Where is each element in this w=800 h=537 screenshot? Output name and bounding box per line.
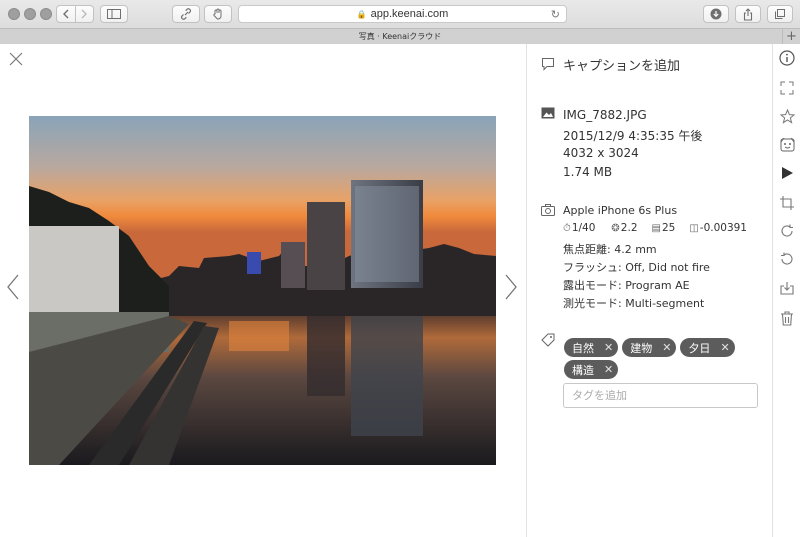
reload-icon[interactable]: ↻ (551, 8, 560, 21)
info-icon (779, 50, 795, 66)
tag-label: 建物 (630, 341, 653, 355)
camera-model: Apple iPhone 6s Plus (563, 204, 678, 217)
exif-summary: ⏱1/40 ❂2.2 ▤25 ◫-0.00391 (563, 222, 747, 234)
rotate-left-button[interactable] (779, 251, 795, 267)
crop-button[interactable] (779, 195, 795, 211)
play-icon (782, 167, 793, 179)
delete-button[interactable] (779, 310, 795, 326)
tabs-icon (775, 9, 785, 19)
favorite-button[interactable] (779, 108, 795, 124)
camera-icon (541, 204, 555, 216)
tag-chip[interactable]: 建物 ✕ (622, 338, 677, 357)
exposure-bias-icon: ◫ (689, 223, 699, 234)
back-button[interactable] (57, 6, 75, 22)
url-text: app.keenai.com (370, 8, 449, 20)
sidebar-icon (107, 9, 121, 19)
add-tag-input[interactable] (563, 383, 758, 408)
exposure-bias: -0.00391 (699, 222, 747, 234)
shutter-speed: 1/40 (571, 222, 596, 234)
aperture: 2.2 (620, 222, 638, 234)
face-button[interactable] (779, 136, 795, 152)
shutter-speed-icon: ⏱ (563, 223, 571, 234)
tab-title: 写真 · Keenaiクラウド (358, 32, 442, 41)
star-icon (779, 108, 795, 124)
tabs-button[interactable] (767, 5, 793, 23)
share-icon (743, 7, 753, 21)
metering-mode: 測光モード: Multi-segment (563, 297, 705, 310)
info-button[interactable] (779, 50, 795, 66)
photo-dimensions: 4032 x 3024 (563, 146, 639, 160)
slideshow-button[interactable] (779, 165, 795, 181)
add-caption-button[interactable]: キャプションを追加 (563, 55, 680, 74)
lock-icon: 🔒 (356, 9, 367, 19)
photo-filename: IMG_7882.JPG (563, 108, 647, 122)
next-photo-arrow-icon[interactable] (504, 274, 518, 300)
chevron-right-icon (81, 9, 88, 19)
remove-tag-icon[interactable]: ✕ (720, 341, 729, 354)
focal-length: 焦点距離: 4.2 mm (563, 243, 657, 256)
rotate-left-icon (781, 252, 793, 265)
new-tab-button[interactable]: + (782, 28, 800, 44)
window-close-button[interactable] (8, 8, 20, 20)
previous-photo-arrow-icon[interactable] (6, 274, 20, 300)
flash-info: フラッシュ: Off, Did not fire (563, 261, 710, 274)
window-minimize-button[interactable] (24, 8, 36, 20)
trash-icon (781, 310, 793, 326)
chevron-left-icon (62, 9, 69, 19)
iso-icon: ▤ (651, 223, 661, 234)
comment-icon (542, 58, 554, 71)
download-button[interactable] (779, 280, 795, 296)
photo-actions-toolbar (772, 44, 800, 537)
iso: 25 (661, 222, 676, 234)
forward-button[interactable] (74, 6, 94, 22)
tag-chip[interactable]: 構造 ✕ (564, 360, 619, 379)
remove-tag-icon[interactable]: ✕ (604, 363, 613, 376)
rotate-right-button[interactable] (779, 223, 795, 239)
downloads-button[interactable] (703, 5, 729, 23)
sidebar-button[interactable] (100, 5, 128, 23)
tag-chip[interactable]: 夕日 ✕ (680, 338, 735, 357)
photo-image (29, 116, 496, 465)
image-icon (541, 107, 555, 119)
hand-icon (213, 8, 222, 20)
tag-icon (541, 333, 555, 347)
link-button[interactable] (172, 5, 200, 23)
tag-label: 夕日 (688, 341, 711, 355)
tag-label: 構造 (572, 363, 594, 377)
aperture-icon: ❂ (611, 223, 620, 234)
fullscreen-icon (780, 81, 794, 95)
crop-icon (780, 196, 794, 210)
exposure-mode: 露出モード: Program AE (563, 279, 690, 292)
tag-list: 自然 ✕ 建物 ✕ 夕日 ✕ 構造 ✕ (564, 338, 764, 379)
photo-viewer (0, 44, 526, 537)
face-icon (780, 137, 794, 151)
remove-tag-icon[interactable]: ✕ (662, 341, 671, 354)
photo-datetime: 2015/12/9 4:35:35 午後 (563, 129, 703, 143)
rotate-right-icon (781, 224, 793, 237)
extension-button[interactable] (204, 5, 232, 23)
fullscreen-button[interactable] (779, 80, 795, 96)
share-button[interactable] (735, 5, 761, 23)
tag-chip[interactable]: 自然 ✕ (564, 338, 619, 357)
tab[interactable]: 写真 · Keenaiクラウド (0, 28, 800, 44)
history-nav (56, 5, 94, 23)
tag-label: 自然 (572, 341, 594, 355)
photo-filesize: 1.74 MB (563, 165, 613, 179)
close-icon[interactable] (9, 52, 23, 66)
link-icon (181, 8, 191, 20)
download-circle-icon (710, 8, 722, 20)
window-zoom-button[interactable] (40, 8, 52, 20)
photo-info-panel: キャプションを追加 IMG_7882.JPG 2015/12/9 4:35:35… (526, 44, 772, 537)
remove-tag-icon[interactable]: ✕ (604, 341, 613, 354)
download-icon (780, 282, 794, 295)
address-bar[interactable]: 🔒 app.keenai.com ↻ (238, 5, 567, 23)
